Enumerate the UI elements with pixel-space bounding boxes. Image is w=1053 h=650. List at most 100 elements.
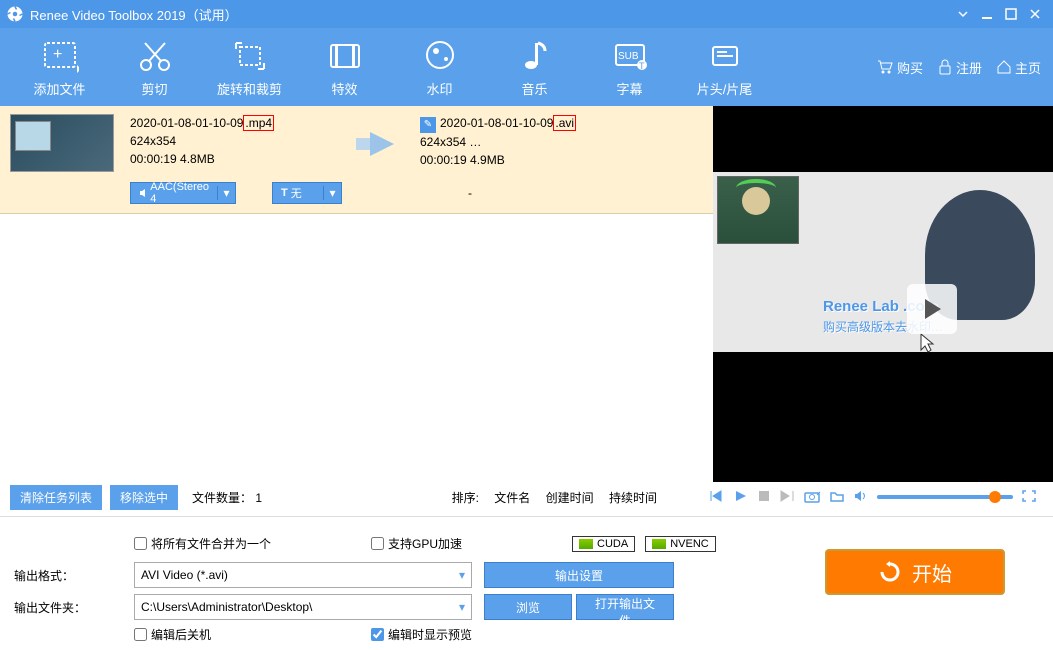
shutdown-checkbox[interactable]: 编辑后关机 — [134, 626, 211, 643]
output-settings-button[interactable]: 输出设置 — [484, 562, 674, 588]
dest-resolution: 624x354 — [420, 135, 466, 149]
subtitle-dropdown[interactable]: T 无 ▾ — [272, 182, 342, 204]
video-thumbnail — [10, 114, 114, 172]
folder-label: 输出文件夹： — [14, 599, 134, 616]
gpu-checkbox[interactable]: 支持GPU加速 — [371, 535, 462, 552]
sort-by-created[interactable]: 创建时间 — [546, 491, 594, 505]
refresh-icon — [878, 560, 902, 584]
stop-button[interactable] — [757, 489, 771, 506]
list-controls: 清除任务列表 移除选中 文件数量： 1 排序: 文件名 创建时间 持续时间 — [0, 482, 1053, 512]
svg-text:SUB: SUB — [618, 51, 639, 62]
source-meta: 00:00:19 4.8MB — [130, 150, 330, 168]
close-button[interactable] — [1023, 2, 1047, 26]
home-link[interactable]: 主页 — [996, 58, 1041, 77]
browse-button[interactable]: 浏览 — [484, 594, 572, 620]
sort-controls: 排序: 文件名 创建时间 持续时间 — [446, 489, 663, 506]
format-select[interactable]: AVI Video (*.avi)▾ — [134, 562, 472, 588]
speaker-icon — [139, 188, 147, 198]
source-info: 2020-01-08-01-10-09.mp4 624x354 00:00:19… — [130, 114, 330, 168]
volume-icon[interactable] — [853, 489, 869, 506]
dropdown-button[interactable] — [951, 2, 975, 26]
task-list: 2020-01-08-01-10-09.mp4 624x354 00:00:19… — [0, 106, 713, 482]
app-logo-icon — [6, 5, 24, 23]
effects-icon — [326, 37, 364, 75]
dest-ext: .avi — [553, 115, 576, 131]
chevron-down-icon: ▾ — [323, 186, 341, 200]
arrow-icon — [330, 114, 420, 158]
file-count: 文件数量： 1 — [192, 489, 262, 506]
toolbar-label: 特效 — [331, 79, 357, 98]
home-icon — [996, 59, 1012, 75]
fullscreen-button[interactable] — [1021, 489, 1037, 506]
audio-track-dropdown[interactable]: AAC(Stereo 4 ▾ — [130, 182, 236, 204]
source-ext: .mp4 — [243, 115, 274, 131]
toolbar-label: 音乐 — [521, 79, 547, 98]
nvenc-badge: NVENC — [645, 536, 716, 552]
cuda-badge: CUDA — [572, 536, 635, 552]
toolbar-label: 水印 — [426, 79, 452, 98]
snapshot-button[interactable] — [803, 489, 821, 506]
play-button[interactable] — [907, 284, 957, 334]
sub-dash: - — [468, 186, 472, 200]
preview-image: Renee Lab .com 购买高级版本去水印… — [713, 172, 1053, 352]
subtitle-icon: SUBT — [611, 37, 649, 75]
player-controls — [703, 489, 1043, 506]
titlebar: Renee Video Toolbox 2019（试用） — [0, 0, 1053, 28]
prev-button[interactable] — [709, 489, 725, 506]
toolbar-watermark[interactable]: 水印 — [392, 37, 487, 98]
volume-slider[interactable] — [877, 495, 1013, 499]
open-output-folder-button[interactable]: 打开输出文件 — [576, 594, 674, 620]
merge-all-checkbox[interactable]: 将所有文件合并为一个 — [134, 535, 271, 552]
toolbar-rotate-crop[interactable]: 旋转和裁剪 — [202, 37, 297, 98]
chevron-down-icon: ▾ — [217, 186, 235, 200]
cart-icon — [876, 59, 894, 75]
format-label: 输出格式： — [14, 567, 134, 584]
toolbar-intro-outro[interactable]: 片头/片尾 — [677, 37, 772, 98]
sort-by-duration[interactable]: 持续时间 — [609, 491, 657, 505]
remove-selected-button[interactable]: 移除选中 — [110, 485, 178, 510]
toolbar-add-file[interactable]: + 添加文件 — [12, 37, 107, 98]
music-icon — [516, 37, 554, 75]
open-folder-button[interactable] — [829, 489, 845, 506]
toolbar-subtitle[interactable]: SUBT 字幕 — [582, 37, 677, 98]
sort-by-name[interactable]: 文件名 — [494, 491, 530, 505]
chevron-down-icon: ▾ — [459, 568, 465, 582]
toolbar-label: 片头/片尾 — [697, 79, 753, 98]
chevron-down-icon: ▾ — [459, 600, 465, 614]
toolbar-music[interactable]: 音乐 — [487, 37, 582, 98]
add-file-icon: + — [41, 37, 79, 75]
cut-icon — [136, 37, 174, 75]
clear-list-button[interactable]: 清除任务列表 — [10, 485, 102, 510]
next-button[interactable] — [779, 489, 795, 506]
preview-edit-checkbox[interactable]: 编辑时显示预览 — [371, 626, 472, 643]
register-link[interactable]: 注册 — [937, 58, 982, 77]
svg-text:+: + — [53, 46, 62, 63]
toolbar-label: 添加文件 — [33, 79, 85, 98]
dest-meta: 00:00:19 4.9MB — [420, 151, 620, 169]
toolbar-label: 字幕 — [616, 79, 642, 98]
video-item[interactable]: 2020-01-08-01-10-09.mp4 624x354 00:00:19… — [0, 106, 713, 214]
cursor-icon — [919, 332, 939, 354]
text-icon: T — [281, 187, 288, 199]
toolbar-label: 剪切 — [141, 79, 167, 98]
toolbar-effects[interactable]: 特效 — [297, 37, 392, 98]
rotate-crop-icon — [231, 37, 269, 75]
watermark-icon — [421, 37, 459, 75]
source-resolution: 624x354 — [130, 132, 330, 150]
minimize-button[interactable] — [975, 2, 999, 26]
svg-text:T: T — [639, 61, 645, 71]
pip-thumbnail — [717, 176, 799, 244]
maximize-button[interactable] — [999, 2, 1023, 26]
start-button[interactable]: 开始 — [825, 549, 1005, 595]
play-button-small[interactable] — [733, 489, 749, 506]
edit-icon[interactable]: ✎ — [420, 117, 436, 133]
preview-panel: Renee Lab .com 购买高级版本去水印… — [713, 106, 1053, 482]
toolbar-cut[interactable]: 剪切 — [107, 37, 202, 98]
buy-link[interactable]: 购买 — [876, 58, 923, 77]
intro-outro-icon — [706, 37, 744, 75]
lock-icon — [937, 59, 953, 75]
main-toolbar: + 添加文件 剪切 旋转和裁剪 特效 水印 音乐 SUBT 字幕 片头/片尾 购… — [0, 28, 1053, 106]
toolbar-label: 旋转和裁剪 — [217, 79, 282, 98]
folder-select[interactable]: C:\Users\Administrator\Desktop\▾ — [134, 594, 472, 620]
dest-info: ✎2020-01-08-01-10-09.avi 624x354 … 00:00… — [420, 114, 620, 169]
